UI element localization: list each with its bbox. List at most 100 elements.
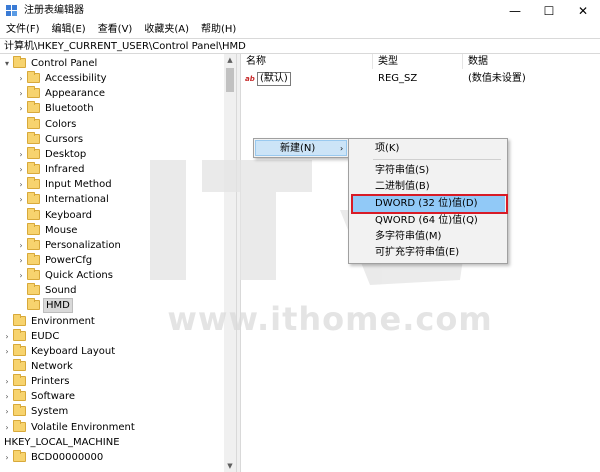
tree-item[interactable]: › EUDC (0, 328, 224, 344)
tree-scrollbar[interactable]: ▲ ▼ (224, 54, 236, 472)
tree-item[interactable]: › Software (0, 389, 224, 404)
tree-expander-icon[interactable]: › (16, 253, 26, 268)
tree-item[interactable]: › Personalization (0, 237, 224, 253)
tree-expander-icon[interactable] (2, 359, 12, 374)
tree-item-label: Software (31, 391, 76, 403)
tree-expander-icon[interactable]: › (16, 86, 26, 101)
tree-item[interactable]: › International (0, 192, 224, 207)
tree-item-label: Keyboard (45, 209, 93, 221)
close-button[interactable]: ✕ (566, 0, 600, 22)
folder-icon (13, 404, 26, 417)
minimize-button[interactable]: — (498, 0, 532, 22)
menu-edit[interactable]: 编辑(E) (46, 22, 92, 38)
menu-favorites[interactable]: 收藏夹(A) (138, 22, 195, 38)
column-header-data[interactable]: 数据 (463, 54, 600, 69)
submenu-item-binary[interactable]: 二进制值(B) (351, 179, 505, 195)
tree-expander-icon[interactable] (16, 117, 26, 132)
folder-icon (13, 343, 26, 356)
tree-expander-icon[interactable]: › (16, 162, 26, 177)
tree-expander-icon[interactable] (16, 223, 26, 238)
tree-item[interactable]: › Printers (0, 374, 224, 389)
folder-icon (27, 298, 40, 311)
tree-expander-icon[interactable]: › (2, 389, 12, 404)
tree-expander-icon[interactable] (16, 132, 26, 147)
tree-expander-icon[interactable] (16, 208, 26, 223)
submenu-item-expandable-string[interactable]: 可扩充字符串值(E) (351, 245, 505, 261)
tree-item[interactable]: › Accessibility (0, 71, 224, 86)
tree-item-label: Volatile Environment (31, 421, 135, 433)
tree-item[interactable]: ▾HKEY_LOCAL_MACHINE (0, 435, 224, 450)
submenu-item-key[interactable]: 项(K) (351, 141, 505, 157)
tree-item-label: Infrared (45, 164, 85, 176)
tree-expander-icon[interactable]: › (2, 420, 12, 435)
tree-expander-icon[interactable]: › (16, 177, 26, 192)
value-row[interactable]: ab (默认) REG_SZ (数值未设置) (241, 71, 600, 87)
tree-expander-icon[interactable]: ▾ (2, 56, 12, 71)
tree-item[interactable]: Network (0, 359, 224, 374)
tree-item[interactable]: HMD (0, 298, 224, 314)
tree-item[interactable]: › Quick Actions (0, 268, 224, 283)
submenu-item-label: DWORD (32 位)值(D) (375, 198, 478, 209)
value-name: (默认) (257, 72, 291, 86)
scroll-down-arrow-icon[interactable]: ▼ (224, 460, 236, 472)
string-value-icon: ab (245, 75, 255, 83)
tree-item[interactable]: ▾ Control Panel (0, 56, 224, 71)
tree-expander-icon[interactable]: › (16, 147, 26, 162)
tree-item-label: Cursors (45, 133, 84, 145)
tree-item[interactable]: › Infrared (0, 162, 224, 177)
tree-item[interactable]: › PowerCfg (0, 252, 224, 268)
tree-expander-icon[interactable]: › (16, 268, 26, 283)
tree-expander-icon[interactable]: › (16, 192, 26, 207)
tree-expander-icon[interactable] (2, 314, 12, 329)
tree-expander-icon[interactable]: › (2, 404, 12, 419)
tree-item[interactable]: › System (0, 404, 224, 419)
tree-item-label: Network (31, 361, 73, 372)
tree-item[interactable]: › BCD00000000 (0, 449, 224, 465)
tree-item[interactable]: › Keyboard Layout (0, 343, 224, 359)
tree-expander-icon[interactable] (16, 283, 26, 298)
tree-expander-icon[interactable] (16, 298, 26, 313)
tree-item-label: Bluetooth (45, 103, 94, 115)
submenu-item-multi-string[interactable]: 多字符串值(M) (351, 229, 505, 245)
tree-item-label: International (45, 194, 109, 206)
maximize-button[interactable]: ☐ (532, 0, 566, 22)
submenu-item-label: QWORD (64 位)值(Q) (375, 215, 478, 226)
submenu-item-label: 二进制值(B) (375, 181, 430, 192)
menu-view[interactable]: 查看(V) (92, 22, 139, 38)
tree-expander-icon[interactable]: › (2, 344, 12, 359)
menu-help[interactable]: 帮助(H) (195, 22, 242, 38)
tree-expander-icon[interactable]: › (16, 101, 26, 116)
tree-expander-icon[interactable]: › (16, 238, 26, 253)
tree-item[interactable]: › Desktop (0, 146, 224, 162)
folder-icon (13, 374, 26, 387)
tree-item[interactable]: › Input Method (0, 177, 224, 192)
tree-item[interactable]: Keyboard (0, 207, 224, 223)
tree-item[interactable]: › Volatile Environment (0, 419, 224, 435)
folder-icon (27, 252, 40, 265)
submenu-item-label: 可扩充字符串值(E) (375, 247, 460, 258)
address-bar[interactable]: 计算机\HKEY_CURRENT_USER\Control Panel\HMD (0, 38, 600, 54)
tree-expander-icon[interactable]: › (2, 374, 12, 389)
tree-item[interactable]: Environment (0, 313, 224, 329)
tree-expander-icon[interactable]: › (16, 71, 26, 86)
menu-item-new[interactable]: 新建(N) › (255, 140, 347, 156)
tree-item[interactable]: Sound (0, 283, 224, 298)
submenu-item-qword[interactable]: QWORD (64 位)值(Q) (351, 213, 505, 229)
submenu-item-dword[interactable]: DWORD (32 位)值(D) (351, 194, 508, 214)
title-bar: 注册表编辑器 — ☐ ✕ (0, 0, 600, 22)
submenu-arrow-icon: › (340, 144, 344, 153)
tree-item[interactable]: › Bluetooth (0, 101, 224, 116)
folder-icon (13, 359, 26, 371)
column-header-name[interactable]: 名称 (241, 54, 373, 69)
column-header-type[interactable]: 类型 (373, 54, 463, 69)
scroll-up-arrow-icon[interactable]: ▲ (224, 54, 236, 66)
tree-item[interactable]: › Appearance (0, 86, 224, 101)
tree-expander-icon[interactable]: › (2, 450, 12, 465)
tree-item[interactable]: Mouse (0, 222, 224, 238)
menu-file[interactable]: 文件(F) (0, 22, 46, 38)
tree-expander-icon[interactable]: › (2, 329, 12, 344)
tree-item[interactable]: Colors (0, 116, 224, 132)
submenu-item-string[interactable]: 字符串值(S) (351, 163, 505, 179)
scroll-thumb[interactable] (226, 68, 234, 92)
tree-item[interactable]: Cursors (0, 131, 224, 147)
